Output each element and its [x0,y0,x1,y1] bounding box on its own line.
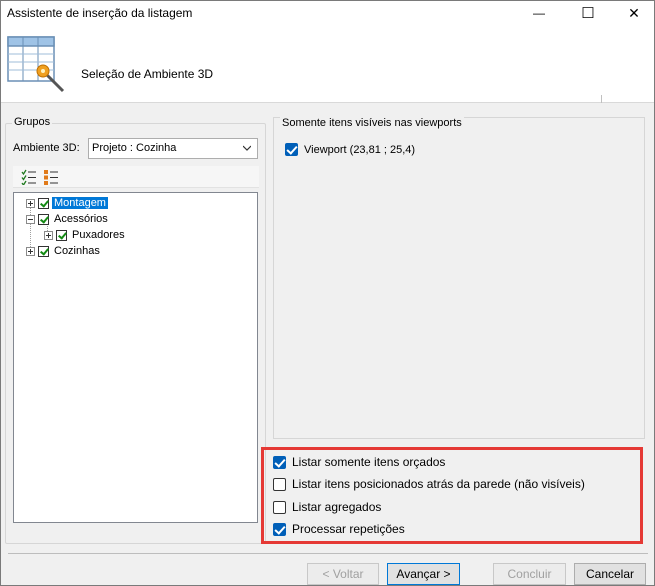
option-label: Listar somente itens orçados [292,455,446,469]
option-checkbox[interactable] [273,477,286,491]
wizard-step-title: Seleção de Ambiente 3D [81,67,214,81]
tree-checkbox[interactable] [38,245,49,257]
tree-checkbox[interactable] [38,197,49,209]
option-listar-agregados[interactable]: Listar agregados [273,500,381,514]
tree-node-cozinhas[interactable]: Cozinhas [26,243,102,259]
collapse-icon[interactable] [26,214,35,224]
minimize-icon: — [533,6,545,20]
wizard-window: Assistente de inserção da listagem — ☐ ✕… [0,0,655,586]
minimize-button[interactable]: — [516,1,562,25]
tree-node-label: Puxadores [72,229,125,241]
ambiente-select[interactable]: Projeto : Cozinha [88,138,258,159]
tree-node-label: Cozinhas [54,245,100,257]
viewport-checkbox[interactable] [285,143,298,156]
footer-separator [8,553,648,554]
close-button[interactable]: ✕ [611,1,655,25]
groups-label: Grupos [12,116,53,128]
close-icon: ✕ [628,4,640,21]
chevron-down-icon [243,145,251,151]
tree-toolbar [13,166,259,188]
title-bar: Assistente de inserção da listagem — ☐ ✕ [1,1,654,25]
tree-node-label: Montagem [52,197,108,209]
option-label: Listar itens posicionados atrás da pared… [292,477,585,491]
maximize-icon: ☐ [581,5,595,22]
option-listar-atras-parede[interactable]: Listar itens posicionados atrás da pared… [273,477,585,491]
expand-icon[interactable] [44,230,53,240]
groups-tree[interactable]: Montagem Acessórios Puxadores Cozinhas [13,192,258,523]
ambiente-select-value: Projeto : Cozinha [92,142,177,154]
window-title: Assistente de inserção da listagem [7,6,193,20]
viewports-label: Somente itens visíveis nas viewports [280,117,464,129]
tree-node-montagem[interactable]: Montagem [26,195,108,211]
expand-icon[interactable] [26,198,35,208]
tree-checkbox[interactable] [56,229,67,241]
wizard-header: Seleção de Ambiente 3D [1,25,654,103]
maximize-button[interactable]: ☐ [565,1,611,25]
back-button[interactable]: < Voltar [307,563,379,585]
tree-checkbox[interactable] [38,213,49,225]
next-button[interactable]: Avançar > [387,563,460,585]
uncheck-all-icon[interactable] [43,169,59,185]
viewport-checkbox-item[interactable]: Viewport (23,81 ; 25,4) [285,143,415,156]
cancel-button[interactable]: Cancelar [574,563,646,585]
option-checkbox[interactable] [273,522,286,536]
list-wizard-icon [7,36,65,93]
ambiente-label: Ambiente 3D: [13,142,80,154]
header-divider [601,95,602,103]
option-checkbox[interactable] [273,500,286,514]
finish-button[interactable]: Concluir [493,563,566,585]
tree-node-acessorios[interactable]: Acessórios [26,211,110,227]
option-checkbox[interactable] [273,455,286,469]
tree-node-puxadores[interactable]: Puxadores [44,227,127,243]
option-listar-orcados[interactable]: Listar somente itens orçados [273,455,445,469]
option-processar-repeticoes[interactable]: Processar repetições [273,522,405,536]
viewport-label: Viewport (23,81 ; 25,4) [304,143,416,156]
option-label: Listar agregados [292,500,382,514]
option-label: Processar repetições [292,522,405,536]
viewports-panel [273,117,645,439]
tree-node-label: Acessórios [54,213,108,225]
check-all-icon[interactable] [21,169,37,185]
expand-icon[interactable] [26,246,35,256]
